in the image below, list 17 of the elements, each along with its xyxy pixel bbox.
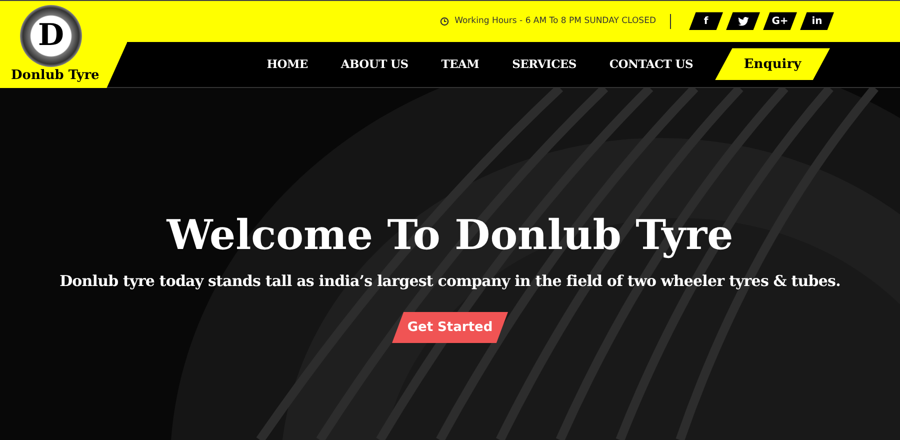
brand-name: Donlub Tyre [11, 68, 100, 83]
social-link[interactable]: in [800, 12, 834, 30]
working-hours-text: Working Hours - 6 AM To 8 PM SUNDAY CLOSED [454, 16, 656, 26]
social-link[interactable]: G+ [763, 12, 797, 30]
social-link[interactable]: f [689, 12, 723, 30]
clock-icon [440, 16, 449, 26]
enquiry-button[interactable]: Enquiry [715, 48, 830, 80]
hero-title: Welcome To Donlub Tyre [166, 210, 734, 260]
hero-subtitle: Donlub tyre today stands tall as india’s largest company in the field of two wheeler tyres & tubes. [60, 272, 840, 290]
nav-link[interactable]: HOME [266, 57, 308, 72]
bird-icon [738, 16, 748, 26]
nav-link[interactable]: CONTACT US [609, 57, 693, 72]
nav-link[interactable]: TEAM [441, 57, 480, 72]
nav-link[interactable]: ABOUT US [340, 57, 408, 72]
nav-link[interactable]: SERVICES [512, 57, 576, 72]
logo-letter: D [38, 21, 64, 51]
social-link[interactable] [726, 12, 760, 30]
